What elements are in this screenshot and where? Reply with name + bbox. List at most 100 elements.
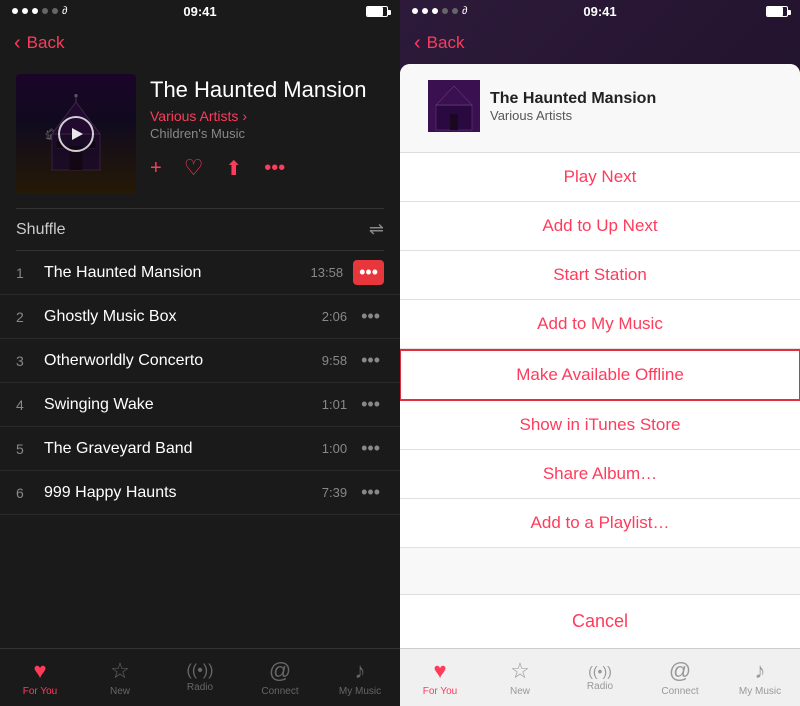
menu-item-play-next[interactable]: Play Next [400,153,800,202]
shuffle-icon: ⇌ [369,219,384,240]
menu-item-add-playlist[interactable]: Add to a Playlist… [400,499,800,548]
track-row-3[interactable]: 3 Otherworldly Concerto 9:58 ••• [0,339,400,383]
back-chevron-left: ‹ [14,32,21,55]
menu-item-start-station[interactable]: Start Station [400,251,800,300]
track-duration-3: 9:58 [322,353,347,368]
tab-radio-right[interactable]: ((•)) Radio [560,663,640,692]
menu-item-show-itunes-label: Show in iTunes Store [520,415,681,434]
track-more-2[interactable]: ••• [357,304,384,329]
nav-bar-right: ‹ Back [400,22,800,64]
connect-icon-left: @ [269,658,291,684]
tab-new-right[interactable]: ☆ New [480,658,560,697]
back-button-right[interactable]: ‹ Back [414,32,464,55]
menu-item-add-up-next[interactable]: Add to Up Next [400,202,800,251]
back-chevron-right: ‹ [414,32,421,55]
my-music-icon-left: ♪ [355,658,366,684]
status-time-right: 09:41 [583,4,616,19]
for-you-label-right: For You [423,686,457,697]
track-name-5: The Graveyard Band [36,440,322,458]
album-genre: Children's Music [150,126,384,141]
track-more-5[interactable]: ••• [357,436,384,461]
signal-area-right: ∂ [412,5,467,17]
more-button-album[interactable]: ••• [264,157,285,180]
album-art-overlay [16,74,136,194]
tab-radio-left[interactable]: ((•)) Radio [160,662,240,693]
track-row-4[interactable]: 4 Swinging Wake 1:01 ••• [0,383,400,427]
track-row-2[interactable]: 2 Ghostly Music Box 2:06 ••• [0,295,400,339]
menu-item-add-my-music-label: Add to My Music [537,314,663,333]
battery-fill-left [367,7,383,16]
album-artist-link[interactable]: Various Artists › [150,108,384,124]
track-duration-1: 13:58 [311,265,344,280]
track-name-1: The Haunted Mansion [36,264,311,282]
track-row-1[interactable]: 1 The Haunted Mansion 13:58 ••• [0,251,400,295]
track-name-2: Ghostly Music Box [36,308,322,326]
menu-item-start-station-label: Start Station [553,265,647,284]
track-row-5[interactable]: 5 The Graveyard Band 1:00 ••• [0,427,400,471]
nav-bar-left: ‹ Back [0,22,400,64]
left-panel: ∂ 09:41 ‹ Back 🏚 [0,0,400,706]
back-button-left[interactable]: ‹ Back [14,32,64,55]
share-button[interactable]: ⬆ [225,156,242,181]
status-bar-left: ∂ 09:41 [0,0,400,22]
menu-item-show-itunes[interactable]: Show in iTunes Store [400,401,800,450]
my-music-icon-right: ♪ [755,658,766,684]
play-button-left[interactable] [58,116,94,152]
right-content: ∂ 09:41 ‹ Back [400,0,800,706]
track-more-1[interactable]: ••• [353,260,384,285]
status-bar-right: ∂ 09:41 [400,0,800,22]
track-more-6[interactable]: ••• [357,480,384,505]
album-art-left[interactable]: 🏚 [16,74,136,194]
tab-for-you-left[interactable]: ♥ For You [0,658,80,697]
signal-dot-5 [52,8,58,14]
connect-label-left: Connect [261,686,298,697]
menu-item-share-album[interactable]: Share Album… [400,450,800,499]
track-name-4: Swinging Wake [36,396,322,414]
radio-label-left: Radio [187,682,213,693]
track-num-1: 1 [16,265,36,281]
track-more-3[interactable]: ••• [357,348,384,373]
tab-bar-left: ♥ For You ☆ New ((•)) Radio @ Connect ♪ … [0,648,400,706]
back-label-right: Back [427,33,465,53]
my-music-label-left: My Music [339,686,381,697]
track-list: 1 The Haunted Mansion 13:58 ••• 2 Ghostl… [0,251,400,648]
tab-for-you-right[interactable]: ♥ For You [400,658,480,697]
tab-new-left[interactable]: ☆ New [80,658,160,697]
shuffle-row[interactable]: Shuffle ⇌ [0,209,400,250]
add-button[interactable]: + [150,157,162,180]
connect-icon-right: @ [669,658,691,684]
track-duration-4: 1:01 [322,397,347,412]
signal-dot-r3 [432,8,438,14]
track-more-4[interactable]: ••• [357,392,384,417]
signal-dot-r1 [412,8,418,14]
tab-connect-left[interactable]: @ Connect [240,658,320,697]
tab-my-music-left[interactable]: ♪ My Music [320,658,400,697]
signal-dot-3 [32,8,38,14]
context-menu: The Haunted Mansion Various Artists Play… [400,64,800,648]
tab-my-music-right[interactable]: ♪ My Music [720,658,800,697]
tab-connect-right[interactable]: @ Connect [640,658,720,697]
track-num-6: 6 [16,485,36,501]
track-row-6[interactable]: 6 999 Happy Haunts 7:39 ••• [0,471,400,515]
album-thumb-small [428,80,480,132]
heart-button[interactable]: ♡ [184,155,204,181]
album-header-title: The Haunted Mansion [490,90,772,108]
radio-icon-right: ((•)) [588,663,612,679]
album-title: The Haunted Mansion [150,78,384,102]
new-icon-left: ☆ [110,658,130,684]
album-header-info: The Haunted Mansion Various Artists [490,90,772,123]
signal-dot-2 [22,8,28,14]
battery-icon-right [766,6,788,17]
menu-item-add-my-music[interactable]: Add to My Music [400,300,800,349]
battery-area-left [366,6,388,17]
track-duration-5: 1:00 [322,441,347,456]
battery-area-right [766,6,788,17]
menu-item-add-playlist-label: Add to a Playlist… [531,513,670,532]
track-name-3: Otherworldly Concerto [36,352,322,370]
menu-item-offline[interactable]: Make Available Offline [400,349,800,401]
track-duration-2: 2:06 [322,309,347,324]
new-label-right: New [510,686,530,697]
album-section: 🏚 The Haunted Mansion Various Ar [0,64,400,208]
tab-bar-right: ♥ For You ☆ New ((•)) Radio @ Connect ♪ … [400,648,800,706]
cancel-button[interactable]: Cancel [400,594,800,648]
